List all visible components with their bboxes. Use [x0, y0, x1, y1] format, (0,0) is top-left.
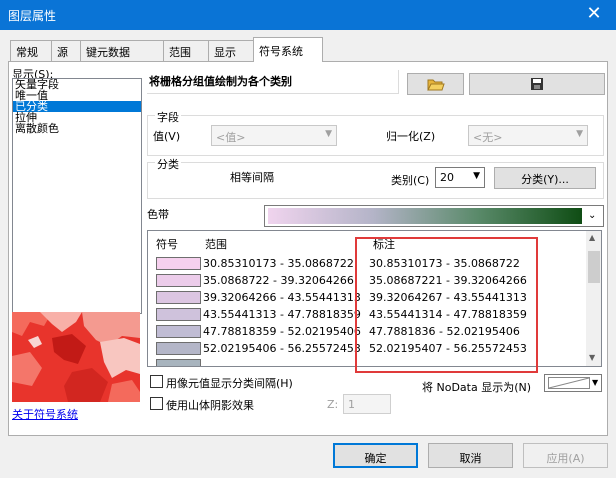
no-color-swatch-icon [548, 377, 590, 389]
color-ramp-select[interactable]: ⌄ [264, 205, 604, 227]
show-listbox[interactable]: 矢量字段 唯一值 已分类 拉伸 离散颜色 [12, 78, 142, 314]
tab-display[interactable]: 显示 [208, 40, 254, 61]
chevron-down-icon: ▼ [473, 171, 480, 181]
value-field-select[interactable]: <值> ▼ [211, 125, 337, 146]
class-range[interactable]: 47.78818359 - 52.02195406 [203, 325, 361, 338]
color-ramp-label: 色带 [147, 208, 169, 221]
chevron-down-icon: ▼ [592, 378, 599, 387]
fields-group-title: 字段 [155, 109, 181, 125]
classification-method: 相等间隔 [230, 171, 274, 184]
save-disk-icon [531, 78, 543, 90]
classify-button[interactable]: 分类(Y)... [494, 167, 596, 189]
open-layer-file-button[interactable] [407, 73, 464, 95]
class-range[interactable]: 30.85310173 - 35.0868722 [203, 257, 354, 270]
normalize-field-select[interactable]: <无> ▼ [468, 125, 588, 146]
tab-general[interactable]: 常规 [10, 40, 52, 61]
classification-group-title: 分类 [155, 156, 181, 172]
about-symbology-link[interactable]: 关于符号系统 [12, 406, 78, 422]
hillshade-checkbox[interactable] [150, 397, 163, 410]
show-class-breaks-checkbox[interactable] [150, 375, 163, 388]
tab-symbology[interactable]: 符号系统 [253, 37, 323, 62]
nodata-label: 将 NoData 显示为(N) [422, 381, 532, 394]
class-range[interactable]: 39.32064266 - 43.55441313 [203, 291, 361, 304]
label-column-highlight [355, 237, 538, 373]
nodata-color-picker[interactable]: ▼ [544, 374, 602, 392]
vertical-scrollbar[interactable]: ▲ ▼ [586, 231, 601, 366]
show-item-discrete-color[interactable]: 离散颜色 [13, 123, 141, 134]
classes-count-value: 20 [440, 171, 454, 184]
close-icon[interactable]: ✕ [572, 0, 616, 30]
normalize-field-selected: <无> [473, 131, 503, 144]
color-ramp-preview [268, 208, 582, 224]
cancel-button[interactable]: 取消 [428, 443, 513, 468]
ok-button[interactable]: 确定 [333, 443, 418, 468]
title-bar: 图层属性 ✕ [0, 0, 616, 30]
chevron-down-icon: ▼ [576, 129, 583, 139]
class-symbol-swatch[interactable] [156, 291, 201, 304]
scroll-up-icon[interactable]: ▲ [589, 233, 595, 242]
class-symbol-swatch[interactable] [156, 257, 201, 270]
chevron-down-icon: ⌄ [588, 210, 597, 221]
range-column-header: 范围 [205, 238, 227, 251]
class-symbol-swatch[interactable] [156, 325, 201, 338]
folder-open-icon [426, 79, 445, 91]
classes-count-select[interactable]: 20 ▼ [435, 167, 485, 188]
apply-button[interactable]: 应用(A) [523, 443, 608, 468]
value-label: 值(V) [153, 130, 181, 143]
class-range[interactable]: 52.02195406 - 56.25572453 [203, 342, 361, 355]
normalize-label: 归一化(Z) [386, 130, 436, 143]
save-layer-file-button[interactable] [469, 73, 605, 95]
tab-extent[interactable]: 范围 [163, 40, 209, 61]
symbology-heading: 将栅格分组值绘制为各个类别 [149, 75, 292, 88]
class-range[interactable]: 35.0868722 - 39.32064266 [203, 274, 354, 287]
z-factor-label: Z: [327, 398, 339, 411]
hillshade-label: 使用山体阴影效果 [166, 399, 254, 412]
scrollbar-thumb[interactable] [588, 251, 600, 283]
tab-source[interactable]: 源 [51, 40, 81, 61]
tab-key-metadata[interactable]: 键元数据 [80, 40, 164, 61]
symbology-preview-image [12, 312, 140, 402]
show-class-breaks-label: 用像元值显示分类间隔(H) [166, 377, 293, 390]
scroll-down-icon[interactable]: ▼ [589, 353, 595, 362]
classes-label: 类别(C) [391, 174, 430, 187]
value-field-selected: <值> [216, 131, 246, 144]
heading-box: 将栅格分组值绘制为各个类别 [147, 70, 399, 94]
class-symbol-swatch[interactable] [156, 308, 201, 321]
class-symbol-swatch[interactable] [156, 359, 201, 366]
class-symbol-swatch[interactable] [156, 342, 201, 355]
class-range[interactable]: 43.55441313 - 47.78818359 [203, 308, 361, 321]
z-factor-input[interactable]: 1 [343, 394, 391, 414]
chevron-down-icon: ▼ [325, 129, 332, 139]
symbol-column-header: 符号 [156, 238, 178, 251]
class-symbol-swatch[interactable] [156, 274, 201, 287]
window-title: 图层属性 [8, 9, 57, 23]
